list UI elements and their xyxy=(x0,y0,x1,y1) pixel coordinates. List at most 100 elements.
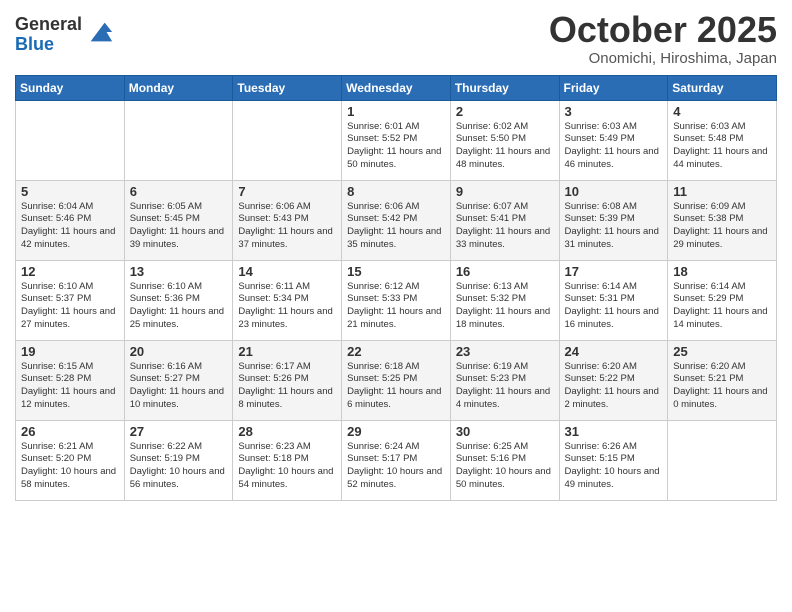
day-number: 14 xyxy=(238,264,336,279)
day-number: 15 xyxy=(347,264,445,279)
calendar-cell: 16 Sunrise: 6:13 AM Sunset: 5:32 PM Dayli… xyxy=(450,260,559,340)
day-number: 18 xyxy=(673,264,771,279)
day-info: Sunrise: 6:08 AM Sunset: 5:39 PM Dayligh… xyxy=(565,201,663,252)
day-number: 3 xyxy=(565,104,663,119)
day-info: Sunrise: 6:23 AM Sunset: 5:18 PM Dayligh… xyxy=(238,441,336,492)
day-info: Sunrise: 6:18 AM Sunset: 5:25 PM Dayligh… xyxy=(347,361,445,412)
day-number: 31 xyxy=(565,424,663,439)
day-info: Sunrise: 6:13 AM Sunset: 5:32 PM Dayligh… xyxy=(456,281,554,332)
calendar-week-4: 26 Sunrise: 6:21 AM Sunset: 5:20 PM Dayli… xyxy=(16,420,777,500)
day-info: Sunrise: 6:16 AM Sunset: 5:27 PM Dayligh… xyxy=(130,361,228,412)
weekday-tuesday: Tuesday xyxy=(233,75,342,100)
month-title: October 2025 xyxy=(549,10,777,50)
weekday-sunday: Sunday xyxy=(16,75,125,100)
day-info: Sunrise: 6:22 AM Sunset: 5:19 PM Dayligh… xyxy=(130,441,228,492)
weekday-monday: Monday xyxy=(124,75,233,100)
day-info: Sunrise: 6:04 AM Sunset: 5:46 PM Dayligh… xyxy=(21,201,119,252)
day-number: 13 xyxy=(130,264,228,279)
logo-blue: Blue xyxy=(15,35,82,55)
day-info: Sunrise: 6:06 AM Sunset: 5:43 PM Dayligh… xyxy=(238,201,336,252)
weekday-saturday: Saturday xyxy=(668,75,777,100)
logo: General Blue xyxy=(15,15,114,55)
day-number: 7 xyxy=(238,184,336,199)
day-number: 12 xyxy=(21,264,119,279)
calendar-cell: 22 Sunrise: 6:18 AM Sunset: 5:25 PM Dayli… xyxy=(342,340,451,420)
day-number: 30 xyxy=(456,424,554,439)
calendar-cell: 12Sunrise: 6:10 AM Sunset: 5:37 PM Dayli… xyxy=(16,260,125,340)
calendar-cell: 13 Sunrise: 6:10 AM Sunset: 5:36 PM Dayli… xyxy=(124,260,233,340)
calendar-cell: 30 Sunrise: 6:25 AM Sunset: 5:16 PM Dayli… xyxy=(450,420,559,500)
calendar-cell: 24 Sunrise: 6:20 AM Sunset: 5:22 PM Dayli… xyxy=(559,340,668,420)
weekday-header-row: SundayMondayTuesdayWednesdayThursdayFrid… xyxy=(16,75,777,100)
day-info: Sunrise: 6:14 AM Sunset: 5:31 PM Dayligh… xyxy=(565,281,663,332)
day-number: 21 xyxy=(238,344,336,359)
calendar-cell: 19 Sunrise: 6:15 AM Sunset: 5:28 PM Dayli… xyxy=(16,340,125,420)
day-info: Sunrise: 6:25 AM Sunset: 5:16 PM Dayligh… xyxy=(456,441,554,492)
calendar-cell xyxy=(668,420,777,500)
day-number: 9 xyxy=(456,184,554,199)
calendar-cell: 28 Sunrise: 6:23 AM Sunset: 5:18 PM Dayli… xyxy=(233,420,342,500)
day-number: 25 xyxy=(673,344,771,359)
day-info: Sunrise: 6:20 AM Sunset: 5:22 PM Dayligh… xyxy=(565,361,663,412)
day-number: 6 xyxy=(130,184,228,199)
day-info: Sunrise: 6:15 AM Sunset: 5:28 PM Dayligh… xyxy=(21,361,119,412)
day-number: 29 xyxy=(347,424,445,439)
day-info: Sunrise: 6:10 AM Sunset: 5:36 PM Dayligh… xyxy=(130,281,228,332)
calendar-cell: 25 Sunrise: 6:20 AM Sunset: 5:21 PM Dayli… xyxy=(668,340,777,420)
title-area: October 2025 Onomichi, Hiroshima, Japan xyxy=(549,10,777,67)
header: General Blue October 2025 Onomichi, Hiro… xyxy=(15,10,777,67)
day-number: 5 xyxy=(21,184,119,199)
weekday-thursday: Thursday xyxy=(450,75,559,100)
day-number: 24 xyxy=(565,344,663,359)
day-number: 17 xyxy=(565,264,663,279)
day-info: Sunrise: 6:14 AM Sunset: 5:29 PM Dayligh… xyxy=(673,281,771,332)
day-info: Sunrise: 6:03 AM Sunset: 5:48 PM Dayligh… xyxy=(673,121,771,172)
calendar-cell: 7 Sunrise: 6:06 AM Sunset: 5:43 PM Daylig… xyxy=(233,180,342,260)
day-info: Sunrise: 6:21 AM Sunset: 5:20 PM Dayligh… xyxy=(21,441,119,492)
logo-icon xyxy=(86,18,114,46)
day-info: Sunrise: 6:24 AM Sunset: 5:17 PM Dayligh… xyxy=(347,441,445,492)
day-number: 19 xyxy=(21,344,119,359)
day-number: 2 xyxy=(456,104,554,119)
logo-text: General Blue xyxy=(15,15,82,55)
day-info: Sunrise: 6:05 AM Sunset: 5:45 PM Dayligh… xyxy=(130,201,228,252)
calendar-cell: 14Sunrise: 6:11 AM Sunset: 5:34 PM Dayli… xyxy=(233,260,342,340)
calendar-cell: 18 Sunrise: 6:14 AM Sunset: 5:29 PM Dayli… xyxy=(668,260,777,340)
day-info: Sunrise: 6:06 AM Sunset: 5:42 PM Dayligh… xyxy=(347,201,445,252)
calendar-week-3: 19 Sunrise: 6:15 AM Sunset: 5:28 PM Dayli… xyxy=(16,340,777,420)
day-number: 20 xyxy=(130,344,228,359)
day-info: Sunrise: 6:12 AM Sunset: 5:33 PM Dayligh… xyxy=(347,281,445,332)
day-number: 22 xyxy=(347,344,445,359)
location: Onomichi, Hiroshima, Japan xyxy=(549,50,777,67)
calendar-cell: 10 Sunrise: 6:08 AM Sunset: 5:39 PM Dayli… xyxy=(559,180,668,260)
day-number: 23 xyxy=(456,344,554,359)
calendar-cell: 21Sunrise: 6:17 AM Sunset: 5:26 PM Dayli… xyxy=(233,340,342,420)
calendar-cell: 1 Sunrise: 6:01 AM Sunset: 5:52 PM Daylig… xyxy=(342,100,451,180)
calendar-cell: 26 Sunrise: 6:21 AM Sunset: 5:20 PM Dayli… xyxy=(16,420,125,500)
calendar-cell: 8Sunrise: 6:06 AM Sunset: 5:42 PM Daylig… xyxy=(342,180,451,260)
day-number: 28 xyxy=(238,424,336,439)
day-number: 11 xyxy=(673,184,771,199)
calendar-cell: 31Sunrise: 6:26 AM Sunset: 5:15 PM Dayli… xyxy=(559,420,668,500)
day-number: 16 xyxy=(456,264,554,279)
calendar-cell: 4Sunrise: 6:03 AM Sunset: 5:48 PM Daylig… xyxy=(668,100,777,180)
calendar-cell: 23 Sunrise: 6:19 AM Sunset: 5:23 PM Dayli… xyxy=(450,340,559,420)
day-number: 26 xyxy=(21,424,119,439)
day-number: 27 xyxy=(130,424,228,439)
calendar-cell: 3Sunrise: 6:03 AM Sunset: 5:49 PM Daylig… xyxy=(559,100,668,180)
calendar-cell: 17 Sunrise: 6:14 AM Sunset: 5:31 PM Dayli… xyxy=(559,260,668,340)
day-info: Sunrise: 6:19 AM Sunset: 5:23 PM Dayligh… xyxy=(456,361,554,412)
calendar-cell: 9 Sunrise: 6:07 AM Sunset: 5:41 PM Daylig… xyxy=(450,180,559,260)
day-number: 10 xyxy=(565,184,663,199)
day-info: Sunrise: 6:02 AM Sunset: 5:50 PM Dayligh… xyxy=(456,121,554,172)
day-info: Sunrise: 6:09 AM Sunset: 5:38 PM Dayligh… xyxy=(673,201,771,252)
day-info: Sunrise: 6:01 AM Sunset: 5:52 PM Dayligh… xyxy=(347,121,445,172)
weekday-wednesday: Wednesday xyxy=(342,75,451,100)
calendar-week-1: 5 Sunrise: 6:04 AM Sunset: 5:46 PM Daylig… xyxy=(16,180,777,260)
day-info: Sunrise: 6:07 AM Sunset: 5:41 PM Dayligh… xyxy=(456,201,554,252)
day-info: Sunrise: 6:20 AM Sunset: 5:21 PM Dayligh… xyxy=(673,361,771,412)
calendar-week-2: 12Sunrise: 6:10 AM Sunset: 5:37 PM Dayli… xyxy=(16,260,777,340)
logo-general: General xyxy=(15,15,82,35)
day-number: 1 xyxy=(347,104,445,119)
calendar-cell xyxy=(233,100,342,180)
